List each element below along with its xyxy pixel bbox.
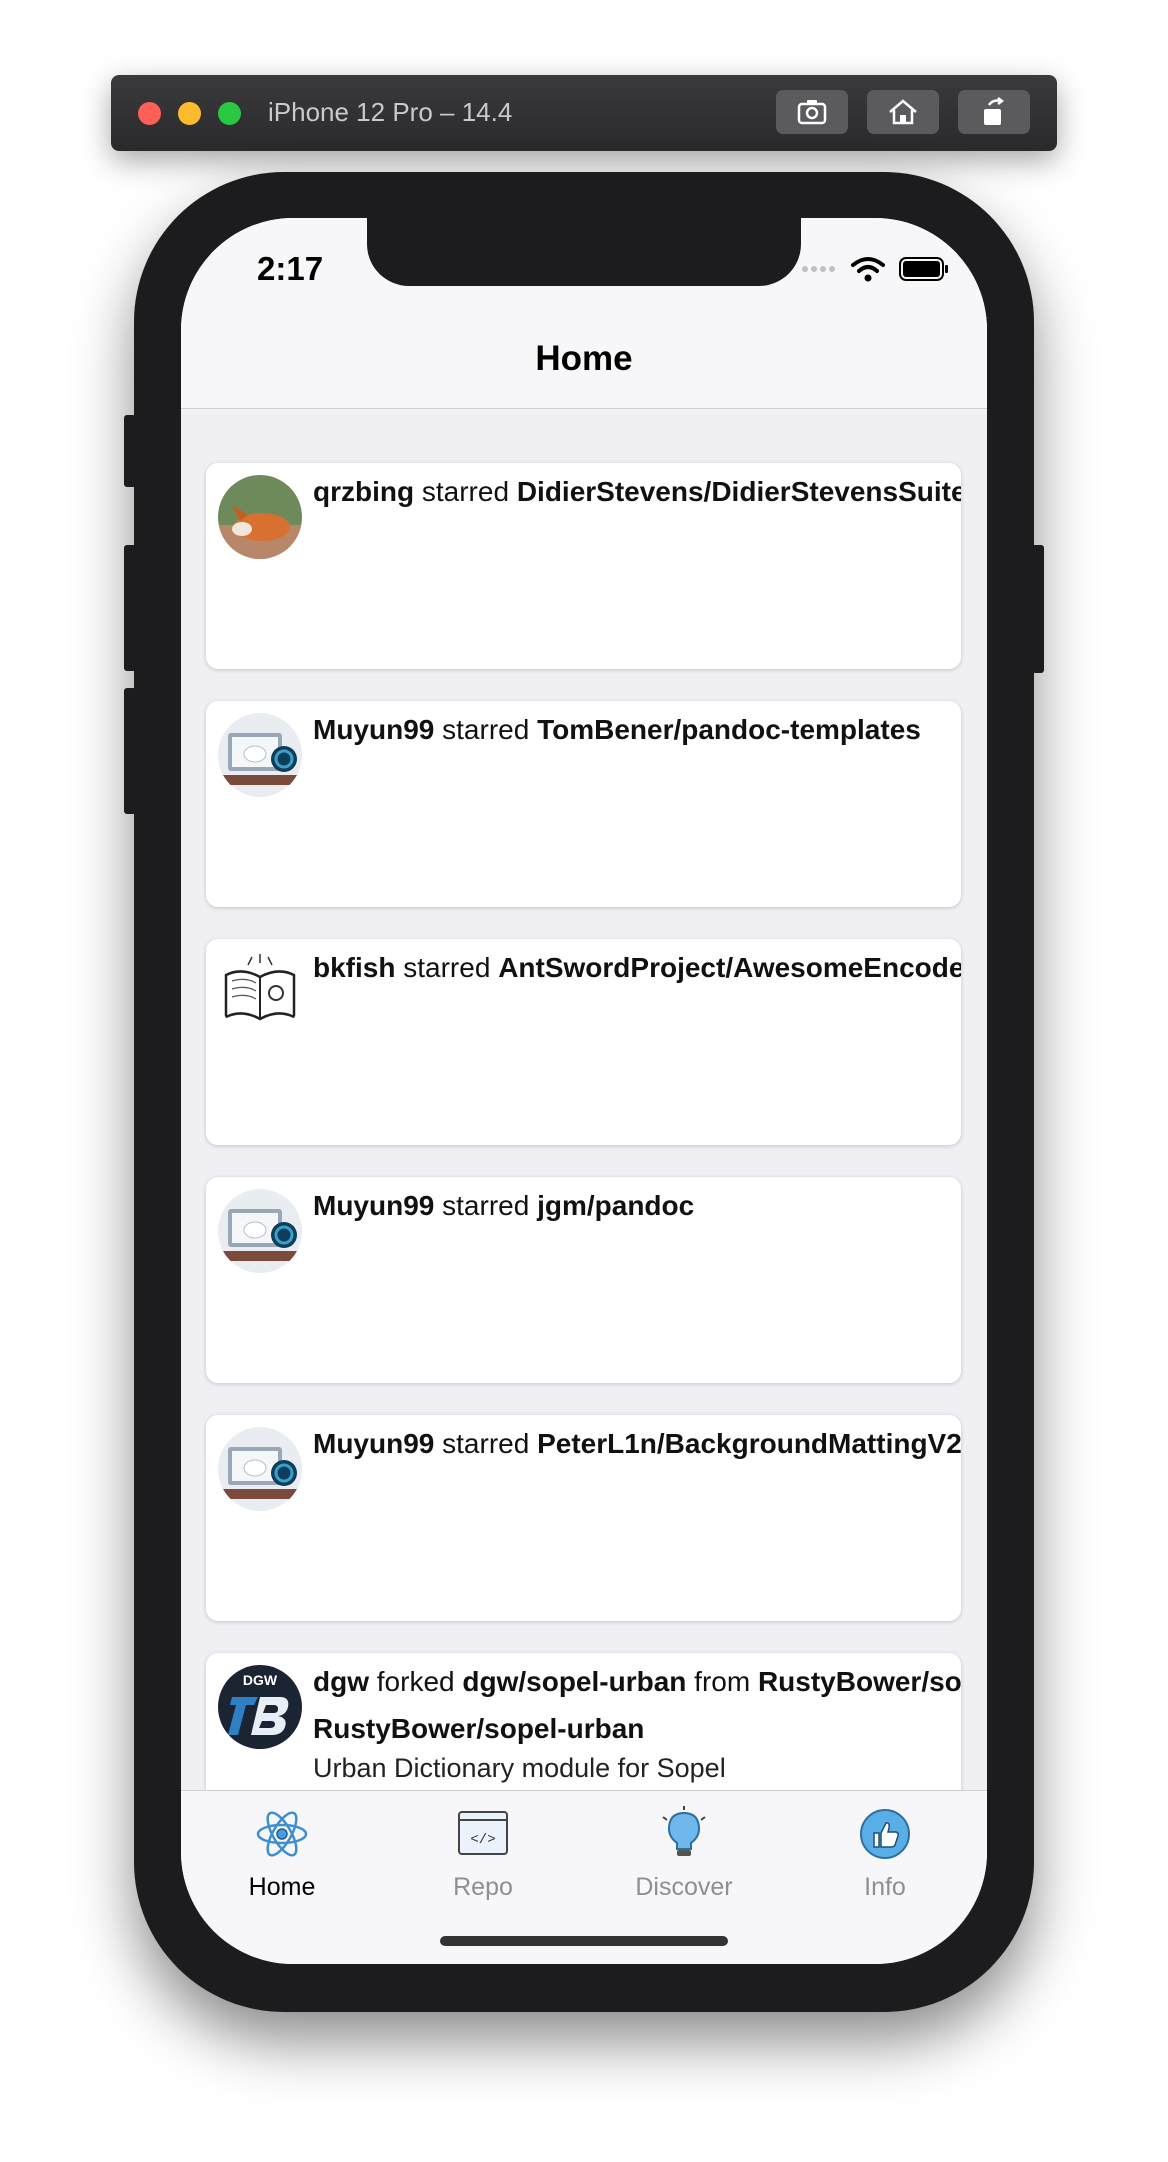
actor-link[interactable]: Muyun99 [313,1428,434,1459]
repo-link[interactable]: AntSwordProject/AwesomeEncoder [498,952,961,983]
home-indicator[interactable] [440,1936,728,1946]
repo-link[interactable]: DidierStevens/DidierStevensSuite [517,476,961,507]
event-action: starred [442,1190,530,1221]
tab-home[interactable]: Home [182,1805,382,1902]
battery-icon [899,257,948,281]
repo-link[interactable]: dgw/sopel-urban [462,1666,686,1697]
rotate-icon [984,97,1005,125]
close-window-button[interactable] [138,102,161,125]
status-icons [801,256,949,282]
avatar-label: DGW [243,1672,278,1688]
repo-link[interactable]: TomBener/pandoc-templates [537,714,921,745]
feed-card[interactable]: Muyun99 starred TomBener/pandoc-template… [206,701,961,907]
event-text: Muyun99 starred TomBener/pandoc-template… [313,713,961,747]
simulator-title-bar: iPhone 12 Pro – 14.4 [111,75,1057,151]
mute-switch [124,415,136,487]
tab-info[interactable]: Info [785,1805,985,1902]
cellular-icon [802,266,835,272]
actor-link[interactable]: bkfish [313,952,395,983]
actor-link[interactable]: Muyun99 [313,1190,434,1221]
event-connector: from [694,1666,751,1697]
power-button [1032,545,1044,673]
tab-label: Info [864,1873,906,1901]
source-repo-link[interactable]: RustyBower/sopel-urban [758,1666,961,1697]
volume-down-button [124,688,136,814]
event-action: starred [442,714,530,745]
home-button[interactable] [867,90,939,134]
repo-description: Urban Dictionary module for Sopel [313,1753,726,1783]
actor-link[interactable]: dgw [313,1666,369,1697]
tab-label: Discover [635,1873,733,1901]
feed-card[interactable]: Muyun99 starred PeterL1n/BackgroundMatti… [206,1415,961,1621]
rotate-button[interactable] [958,90,1030,134]
event-feed[interactable]: qrzbing starred DidierStevens/DidierStev… [181,409,987,1964]
dgw-tb-avatar[interactable]: DGW [218,1665,302,1749]
home-icon [889,99,917,125]
thumbs-up-icon [860,1809,910,1859]
feed-card[interactable]: Muyun99 starred jgm/pandoc [206,1177,961,1383]
event-text: Muyun99 starred PeterL1n/BackgroundMatti… [313,1427,961,1461]
event-action: starred [421,476,510,507]
code-window-icon: </> [458,1811,508,1855]
actor-link[interactable]: qrzbing [313,476,414,507]
lightbulb-icon [662,1806,706,1856]
screenshot-icon [797,100,827,125]
event-text: Muyun99 starred jgm/pandoc [313,1189,961,1223]
repo-link[interactable]: jgm/pandoc [537,1190,694,1221]
event-action: forked [376,1666,455,1697]
fox-avatar[interactable] [218,475,302,559]
svg-text:</>: </> [470,1832,495,1848]
screenshot-button[interactable] [776,90,848,134]
volume-up-button [124,545,136,671]
phone-screen: 2:17 Home qrzbing starred DidierStevens/… [181,218,987,1964]
feed-card[interactable]: bkfish starred AntSwordProject/AwesomeEn… [206,939,961,1145]
event-action: starred [403,952,491,983]
tab-discover[interactable]: Discover [584,1805,784,1902]
laptop-avatar[interactable] [218,1189,302,1273]
book-avatar[interactable] [218,951,302,1035]
tab-label: Home [248,1873,316,1901]
simulator-title: iPhone 12 Pro – 14.4 [268,97,513,127]
minimize-window-button[interactable] [178,102,201,125]
forked-repo-name[interactable]: RustyBower/sopel-urban [313,1712,961,1746]
event-text: bkfish starred AntSwordProject/AwesomeEn… [313,951,961,985]
tab-repo[interactable]: </> Repo [383,1805,583,1902]
repo-link[interactable]: PeterL1n/BackgroundMattingV2 [537,1428,961,1459]
tab-label: Repo [453,1873,513,1901]
feed-card[interactable]: qrzbing starred DidierStevens/DidierStev… [206,463,961,669]
page-title: Home [535,339,633,378]
laptop-avatar[interactable] [218,713,302,797]
laptop-avatar[interactable] [218,1427,302,1511]
zoom-window-button[interactable] [218,102,241,125]
status-time: 2:17 [257,250,324,287]
event-action: starred [442,1428,530,1459]
actor-link[interactable]: Muyun99 [313,714,434,745]
wifi-icon [851,257,885,282]
screen-notch [367,218,801,286]
event-text: qrzbing starred DidierStevens/DidierStev… [313,475,961,509]
atom-icon [256,1811,308,1857]
event-text: dgw forked dgw/sopel-urban from RustyBow… [313,1665,961,1785]
